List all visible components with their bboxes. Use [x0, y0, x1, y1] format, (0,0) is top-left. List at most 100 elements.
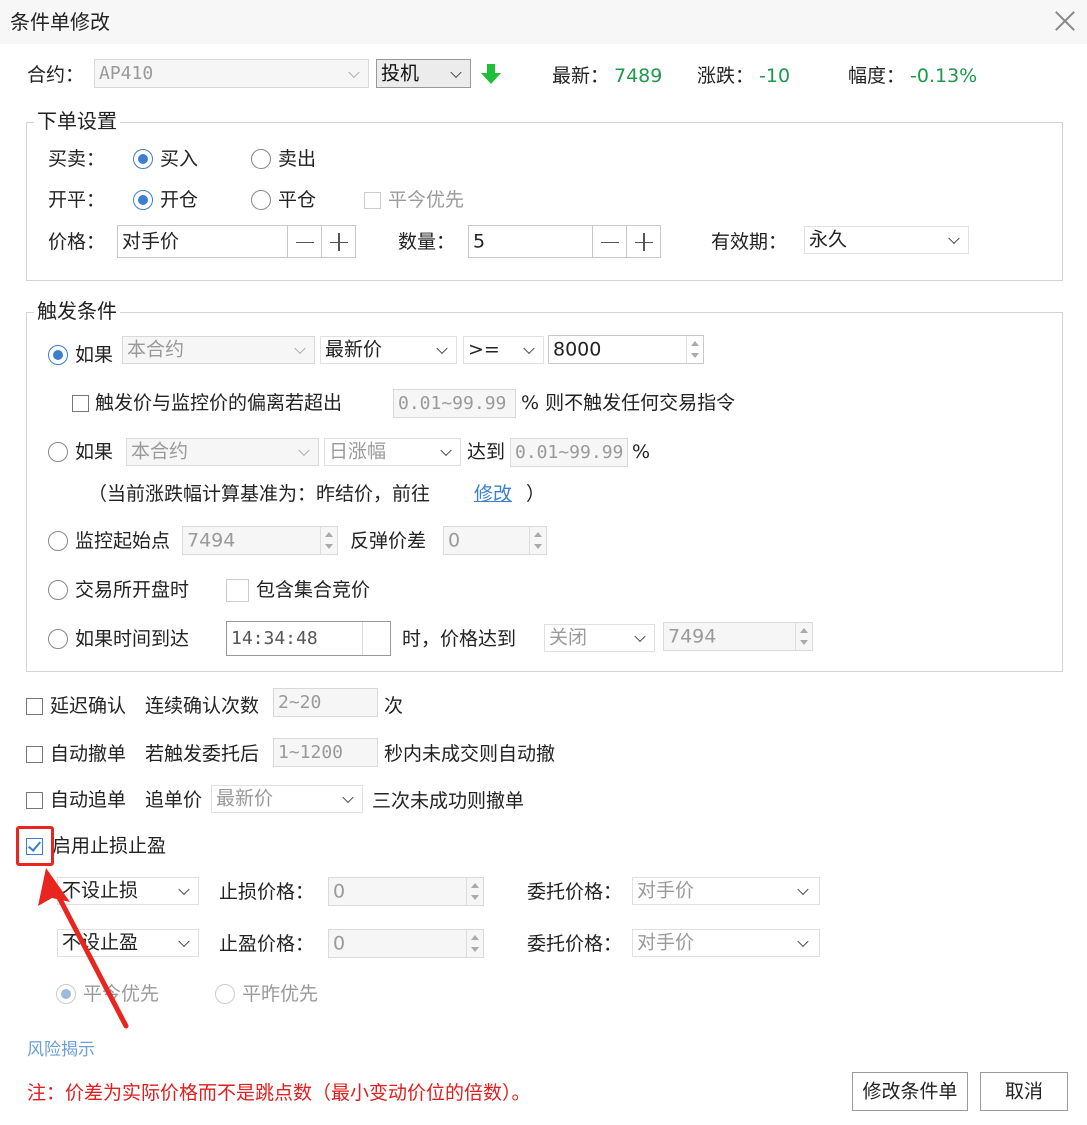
chevron-down-icon — [634, 630, 646, 643]
time-spinner[interactable] — [362, 622, 390, 655]
trigger-price-type-value: 最新价 — [325, 338, 383, 361]
chase-checkbox[interactable] — [26, 792, 43, 809]
time-state-select[interactable]: 关闭 — [544, 624, 655, 652]
annotation-highlight-box — [16, 826, 54, 866]
trigger-price-value: 8000 — [553, 338, 602, 360]
deviation-label: 触发价与监控价的偏离若超出 — [95, 392, 343, 414]
delay-input[interactable]: 2~20 — [273, 688, 378, 717]
trigger2-range-input[interactable]: 0.01~99.99 — [510, 438, 628, 467]
rebound-input[interactable]: 0 — [443, 526, 547, 555]
chevron-down-icon — [948, 232, 960, 245]
time-price-input[interactable]: 7494 — [663, 622, 813, 651]
sell-radio[interactable] — [251, 149, 271, 169]
trigger2-range-value: 0.01~99.99 — [515, 441, 624, 463]
basis-modify-link[interactable]: 修改 — [474, 485, 512, 504]
chase-label: 自动追单 — [50, 789, 127, 811]
open-radio[interactable] — [133, 190, 153, 210]
risk-disclosure-link[interactable]: 风险揭示 — [27, 1042, 95, 1059]
deviation-value: 0.01~99.99 — [398, 392, 507, 414]
minus-button[interactable] — [287, 226, 321, 257]
autocancel-input[interactable]: 1~1200 — [273, 738, 378, 767]
time-input[interactable]: 14:34:48 — [226, 621, 391, 656]
chase-suffix: 三次未成功则撤单 — [372, 790, 525, 812]
auction-label: 包含集合竞价 — [256, 579, 371, 601]
offset-label: 开平： — [48, 189, 106, 211]
trigger-title: 触发条件 — [34, 301, 120, 321]
trigger-price-radio[interactable] — [48, 345, 68, 365]
stoploss-price-label: 止损价格： — [219, 881, 315, 903]
chevron-down-icon — [797, 935, 809, 948]
buy-label: 买入 — [160, 148, 199, 170]
cancel-button[interactable]: 取消 — [980, 1072, 1068, 1111]
title-bar — [0, 0, 1087, 44]
takeprofit-order-select[interactable]: 对手价 — [632, 929, 820, 957]
spinner-icon[interactable] — [466, 878, 483, 905]
sltp-close-yesterday-radio[interactable] — [215, 984, 235, 1004]
exchange-open-radio[interactable] — [48, 580, 68, 600]
amplitude-value: -0.13% — [910, 65, 978, 87]
modify-condition-button[interactable]: 修改条件单 — [852, 1072, 968, 1111]
speculation-select[interactable]: 投机 — [376, 59, 471, 88]
trigger-price-input[interactable]: 8000 — [548, 335, 704, 364]
trigger-if2-label: 如果 — [75, 441, 114, 463]
auction-checkbox[interactable] — [226, 579, 249, 602]
chevron-down-icon — [440, 444, 452, 457]
stoploss-price-input[interactable]: 0 — [328, 877, 484, 906]
chevron-down-icon — [797, 883, 809, 896]
spinner-icon[interactable] — [466, 930, 483, 957]
close-radio[interactable] — [251, 190, 271, 210]
footer-note: 注：价差为实际价格而不是跳点数（最小变动价位的倍数）。 — [27, 1082, 531, 1104]
trigger2-type-select[interactable]: 日涨幅 — [324, 438, 461, 466]
deviation-checkbox[interactable] — [72, 395, 89, 412]
delay-checkbox[interactable] — [26, 698, 43, 715]
qty-value: 5 — [473, 230, 486, 252]
trigger-operator-select[interactable]: >= — [463, 336, 544, 364]
contract-select[interactable]: AP410 — [94, 59, 369, 88]
spinner-icon[interactable] — [686, 336, 703, 363]
contract-value: AP410 — [99, 62, 154, 84]
spinner-icon[interactable] — [529, 527, 546, 554]
trigger-change-radio[interactable] — [48, 442, 68, 462]
close-icon[interactable] — [1052, 8, 1078, 34]
takeprofit-price-value: 0 — [333, 932, 346, 954]
plus-button[interactable] — [626, 226, 660, 257]
spinner-icon[interactable] — [795, 623, 812, 650]
chase-price-select[interactable]: 最新价 — [211, 785, 363, 813]
stoploss-order-value: 对手价 — [637, 879, 695, 902]
side-label: 买卖： — [48, 148, 106, 170]
stoploss-order-label: 委托价格： — [527, 881, 623, 903]
sltp-label: 启用止损止盈 — [52, 835, 167, 857]
takeprofit-price-input[interactable]: 0 — [328, 929, 484, 958]
contract-label: 合约： — [27, 64, 85, 86]
spinner-icon[interactable] — [320, 527, 337, 554]
autocancel-checkbox[interactable] — [26, 746, 43, 763]
monitor-input[interactable]: 7494 — [182, 526, 338, 555]
time-radio[interactable] — [48, 629, 68, 649]
chevron-down-icon — [523, 342, 535, 355]
trigger-contract-select[interactable]: 本合约 — [122, 336, 315, 364]
price-input[interactable]: 对手价 — [117, 225, 356, 258]
autocancel-desc: 若触发委托后 — [145, 743, 260, 765]
autocancel-suffix: 秒内未成交则自动撤 — [384, 743, 556, 765]
stoploss-order-select[interactable]: 对手价 — [632, 877, 820, 905]
monitor-radio[interactable] — [48, 531, 68, 551]
price-value: 对手价 — [122, 230, 180, 252]
chevron-down-icon — [436, 342, 448, 355]
trigger-price-type-select[interactable]: 最新价 — [320, 336, 457, 364]
deviation-suffix: % 则不触发任何交易指令 — [521, 392, 736, 414]
trigger2-pct: % — [632, 441, 651, 463]
trigger2-contract-select[interactable]: 本合约 — [126, 438, 319, 466]
annotation-arrow-icon — [38, 868, 129, 1029]
minus-button[interactable] — [592, 226, 626, 257]
order-settings-title: 下单设置 — [34, 111, 120, 131]
chevron-down-icon — [342, 791, 354, 804]
plus-button[interactable] — [321, 226, 355, 257]
close-label: 平仓 — [278, 189, 317, 211]
close-today-first-checkbox[interactable] — [364, 192, 381, 209]
qty-input[interactable]: 5 — [468, 225, 661, 258]
price-label: 价格： — [48, 231, 106, 253]
deviation-input[interactable]: 0.01~99.99 — [393, 389, 516, 418]
buy-radio[interactable] — [133, 149, 153, 169]
validity-select[interactable]: 永久 — [804, 226, 969, 254]
trigger-contract-value: 本合约 — [127, 338, 185, 361]
